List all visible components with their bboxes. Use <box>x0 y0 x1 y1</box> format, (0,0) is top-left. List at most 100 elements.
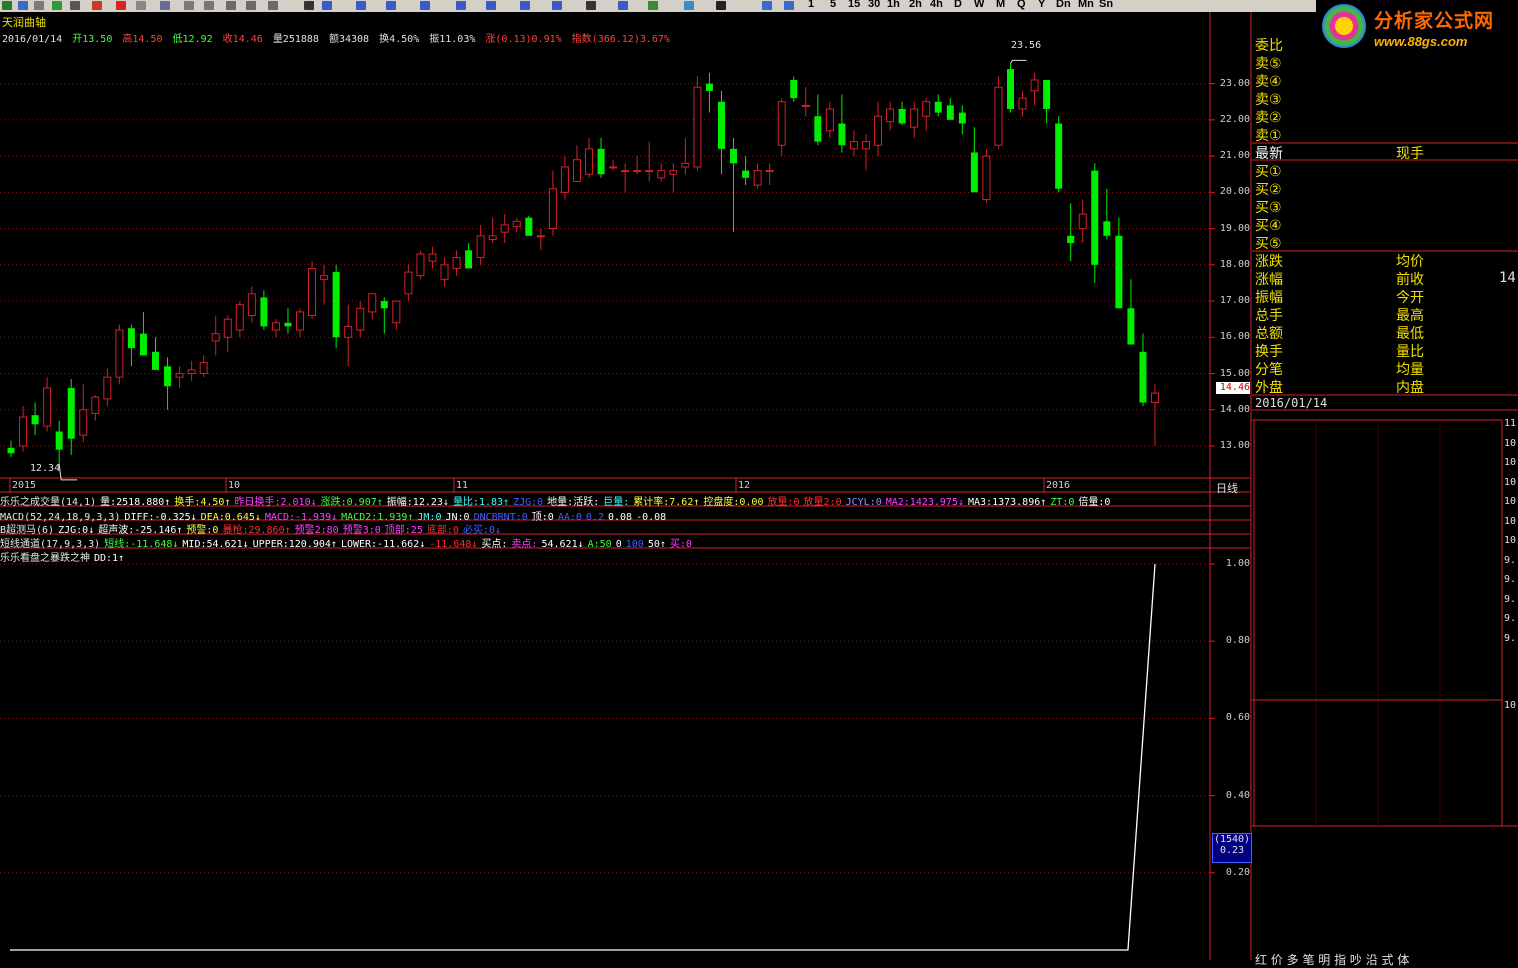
draw-arrow-icon[interactable] <box>486 1 496 10</box>
draw-fan-icon[interactable] <box>420 1 430 10</box>
candle-body <box>271 322 280 331</box>
mini-scale-label: 9. <box>1504 632 1517 644</box>
search-icon[interactable] <box>70 1 80 10</box>
period-button-Dn[interactable]: Dn <box>1056 0 1071 10</box>
period-button-Mn[interactable]: Mn <box>1078 0 1094 10</box>
dd-series-line <box>10 563 1156 951</box>
grid-icon[interactable] <box>160 1 170 10</box>
indicator-value: 巨量: <box>603 497 630 508</box>
period-button-2h[interactable]: 2h <box>909 0 922 10</box>
candle-body <box>392 300 401 324</box>
indicator-bcm: B超测马(6) ZJG:0↓ 超声波:-25.146↑ 预警:0 暴枪:29.860↑ 预… <box>0 521 505 536</box>
draw-line-icon[interactable] <box>322 1 332 10</box>
period-button-4h[interactable]: 4h <box>930 0 943 10</box>
period-button-1[interactable]: 1 <box>808 0 814 10</box>
ohlc-index: 指数(366.12)3.67% <box>571 34 670 45</box>
list-icon[interactable] <box>246 1 256 10</box>
prev-close-value: 14. <box>1499 270 1518 286</box>
draw-circle-icon[interactable] <box>552 1 562 10</box>
candle-body <box>874 115 883 146</box>
candle-body <box>211 333 220 342</box>
cursor-icon[interactable] <box>304 1 314 10</box>
window-icon[interactable] <box>204 1 214 10</box>
period-line-icon[interactable] <box>784 1 794 10</box>
candle-body <box>1103 221 1111 236</box>
edit-icon[interactable] <box>136 1 146 10</box>
zoom-icon[interactable] <box>34 1 44 10</box>
period-label[interactable]: 日线 <box>1216 480 1238 496</box>
save-icon[interactable] <box>716 1 726 10</box>
candle-body <box>465 250 473 269</box>
price-tick-label: 14.00 <box>1219 403 1250 415</box>
period-button-15[interactable]: 15 <box>848 0 860 10</box>
period-button-5[interactable]: 5 <box>830 0 836 10</box>
period-button-Q[interactable]: Q <box>1017 0 1026 10</box>
indicator-value: 卖点: <box>511 539 538 550</box>
period-button-Sn[interactable]: Sn <box>1099 0 1113 10</box>
indicator-value: 0 <box>615 539 622 550</box>
period-button-Y[interactable]: Y <box>1038 0 1045 10</box>
layout-icon[interactable] <box>226 1 236 10</box>
candle-body <box>332 272 340 338</box>
price-tick-label: 16.00 <box>1219 331 1250 343</box>
period-button-D[interactable]: D <box>954 0 962 10</box>
tools-icon[interactable] <box>92 1 102 10</box>
candle-body <box>825 108 834 132</box>
candle-body <box>164 366 172 387</box>
quote-field-label: 内盘 <box>1396 380 1424 396</box>
candle-body <box>247 293 256 317</box>
candle-body <box>416 253 425 277</box>
refresh-icon[interactable] <box>52 1 62 10</box>
indicator-tick-label: 1.00 <box>1225 558 1250 569</box>
candle-body <box>742 170 750 178</box>
price-tick-label: 13.00 <box>1219 440 1250 451</box>
period-chart-icon[interactable] <box>762 1 772 10</box>
period-button-1h[interactable]: 1h <box>887 0 900 10</box>
candle-body <box>922 101 931 117</box>
mini-scale-label: 10 <box>1504 515 1517 527</box>
draw-grid-icon[interactable] <box>386 1 396 10</box>
quote-date: 2016/01/14 <box>1255 396 1328 410</box>
price-tick-label: 21.00 <box>1219 150 1250 162</box>
quote-field-label: 量比 <box>1396 344 1424 360</box>
text-icon[interactable] <box>586 1 596 10</box>
indicator-value: DD:1↑ <box>94 553 125 564</box>
draw-box-icon[interactable] <box>520 1 530 10</box>
ohlc-volume: 量251888 <box>272 34 319 45</box>
chart-small-icon[interactable] <box>268 1 278 10</box>
candle-body <box>296 311 305 331</box>
latest-label: 最新 <box>1255 146 1283 162</box>
mini-scale-label: 9. <box>1504 593 1517 605</box>
chart-bar-icon[interactable] <box>2 1 12 10</box>
dots-icon[interactable] <box>684 1 694 10</box>
buy-level-label: 买② <box>1255 182 1282 198</box>
candle-body <box>621 170 630 173</box>
draw-misc-icon[interactable] <box>618 1 628 10</box>
period-button-30[interactable]: 30 <box>868 0 880 10</box>
alarm-icon[interactable] <box>116 1 126 10</box>
candle-body <box>934 101 942 113</box>
chart-line-icon[interactable] <box>18 1 28 10</box>
candle-body <box>440 264 449 280</box>
date-tick-label: 12 <box>738 480 751 491</box>
high-mark-line <box>1010 59 1027 64</box>
draw-channel-icon[interactable] <box>356 1 366 10</box>
candle-body <box>91 396 100 414</box>
candle-body <box>115 329 124 378</box>
sell-level-label: 卖③ <box>1255 92 1282 108</box>
indicator-value: 0.2 <box>585 512 604 523</box>
table-icon[interactable] <box>184 1 194 10</box>
candle-body <box>861 141 870 150</box>
period-button-W[interactable]: W <box>974 0 984 10</box>
candle-body <box>1078 213 1087 230</box>
period-button-M[interactable]: M <box>996 0 1005 10</box>
indicator-tick-label: 0.60 <box>1225 712 1250 724</box>
mini-scale-label: 10 <box>1504 535 1517 546</box>
palette-icon[interactable] <box>648 1 658 10</box>
quote-field-label: 分笔 <box>1255 362 1283 378</box>
indicator-volume: 乐乐之成交量(14,1) 量:2518.880↑ 换手:4.50↑ 昨日换手:2.01… <box>0 493 1114 508</box>
candle-body <box>970 152 978 193</box>
candle-body <box>525 217 533 236</box>
candle-body <box>572 159 581 182</box>
draw-rect-icon[interactable] <box>456 1 466 10</box>
